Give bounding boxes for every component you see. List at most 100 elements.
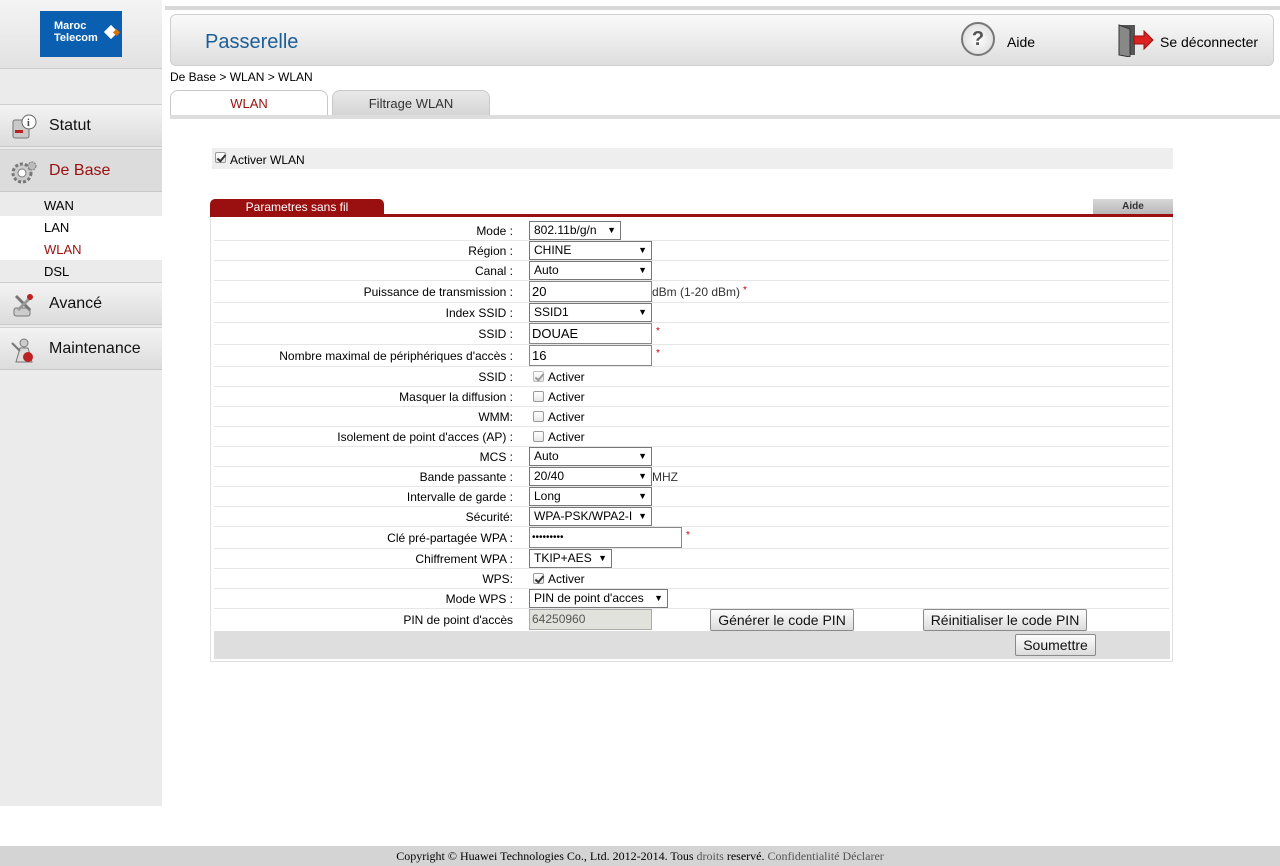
help-link[interactable]: Aide	[1007, 34, 1035, 50]
sidebar-item-de-base[interactable]: De Base	[0, 149, 162, 192]
bandwidth-select[interactable]: 20/40 ▼	[529, 467, 652, 486]
chevron-down-icon: ▼	[607, 225, 616, 235]
tab-filtrage-wlan[interactable]: Filtrage WLAN	[332, 90, 490, 115]
sidebar-item-statut[interactable]: i Statut	[0, 104, 162, 147]
tab-wlan[interactable]: WLAN	[170, 90, 328, 115]
header-top-border	[165, 6, 1280, 10]
submit-bar: Soumettre	[214, 631, 1170, 659]
wpa-key-label: Clé pré-partagée WPA :	[387, 531, 513, 545]
wpa-key-input[interactable]: •••••••••	[529, 527, 682, 548]
tools-icon	[13, 294, 34, 317]
row-ap-pin: PIN de point d'accès 64250960 Générer le…	[214, 608, 1169, 631]
wmm-label: WMM:	[478, 410, 513, 424]
wmm-checkbox[interactable]	[533, 411, 544, 422]
chevron-down-icon: ▼	[638, 245, 647, 255]
ap-isolation-text: Activer	[548, 430, 585, 444]
guard-interval-label: Intervalle de garde :	[406, 490, 513, 504]
tab-underline	[170, 115, 1280, 119]
bandwidth-unit: MHZ	[652, 470, 678, 484]
sidebar-item-label: De Base	[49, 162, 111, 179]
sidebar-sub-label: WLAN	[44, 242, 82, 257]
page-title: Passerelle	[205, 31, 299, 53]
row-tx-power: Puissance de transmission : 20 dBm (1-20…	[214, 280, 1169, 303]
help-question-icon[interactable]: ?	[961, 22, 995, 56]
region-select[interactable]: CHINE ▼	[529, 241, 652, 260]
row-ap-isolation: Isolement de point d'acces (AP) : Active…	[214, 426, 1169, 447]
sidebar-sub-wan[interactable]: WAN	[0, 194, 162, 216]
maintenance-person-icon	[11, 338, 33, 363]
sidebar-sub-dsl[interactable]: DSL	[0, 260, 162, 282]
submit-button[interactable]: Soumettre	[1015, 634, 1096, 656]
ap-isolation-checkbox[interactable]	[533, 431, 544, 442]
footer-reserved: reservé.	[726, 849, 765, 863]
svg-text:i: i	[27, 118, 30, 129]
gear-icon	[11, 161, 37, 184]
enable-wlan-checkbox[interactable]	[215, 152, 226, 163]
sidebar-item-label: Statut	[49, 117, 91, 134]
breadcrumb: De Base > WLAN > WLAN	[170, 70, 313, 84]
tx-power-required-mark: *	[743, 285, 747, 296]
ssid-required-mark: *	[656, 326, 660, 337]
bandwidth-label: Bande passante :	[419, 470, 513, 484]
ap-pin-label: PIN de point d'accès	[403, 613, 513, 627]
wps-mode-select[interactable]: PIN de point d'acces ▼	[529, 589, 668, 608]
chevron-down-icon: ▼	[638, 471, 647, 481]
reset-pin-button[interactable]: Réinitialiser le code PIN	[923, 609, 1087, 631]
chevron-down-icon: ▼	[638, 307, 647, 317]
row-wpa-encryption: Chiffrement WPA : TKIP+AES ▼	[214, 548, 1169, 569]
maroc-telecom-logo: Maroc Telecom	[40, 11, 122, 57]
footer: Copyright © Huawei Technologies Co., Ltd…	[0, 846, 1280, 866]
section-help-button[interactable]: Aide	[1093, 199, 1173, 214]
channel-select[interactable]: Auto ▼	[529, 261, 652, 280]
row-wps: WPS: Activer	[214, 568, 1169, 589]
tx-power-input[interactable]: 20	[529, 281, 652, 302]
ssid-index-select[interactable]: SSID1 ▼	[529, 303, 652, 322]
max-devices-label: Nombre maximal de périphériques d'accès …	[279, 349, 513, 363]
max-devices-input[interactable]: 16	[529, 345, 652, 366]
guard-interval-select[interactable]: Long ▼	[529, 487, 652, 506]
generate-pin-button[interactable]: Générer le code PIN	[710, 609, 854, 631]
wpa-encryption-select[interactable]: TKIP+AES ▼	[529, 549, 612, 568]
ssid-enable-checkbox[interactable]	[533, 371, 544, 382]
wps-text: Activer	[548, 572, 585, 586]
logo-text-line2: Telecom	[54, 32, 98, 44]
logout-link[interactable]: Se déconnecter	[1160, 34, 1258, 50]
security-label: Sécurité:	[465, 510, 513, 524]
row-mode: Mode : 802.11b/g/n ▼	[214, 220, 1169, 241]
hide-broadcast-checkbox[interactable]	[533, 391, 544, 402]
sidebar-sub-wlan[interactable]: WLAN	[0, 238, 162, 260]
security-select[interactable]: WPA-PSK/WPA2-I ▼	[529, 507, 652, 526]
tx-power-unit: dBm (1-20 dBm)	[652, 285, 741, 299]
sidebar-item-maintenance[interactable]: Maintenance	[0, 327, 162, 370]
hide-broadcast-label: Masquer la diffusion :	[399, 390, 513, 404]
tx-power-label: Puissance de transmission :	[363, 285, 513, 299]
enable-wlan-row: Activer WLAN	[212, 148, 1173, 169]
footer-privacy-link[interactable]: Confidentialité Déclarer	[768, 849, 884, 863]
section-title: Parametres sans fil	[210, 199, 384, 215]
row-region: Région : CHINE ▼	[214, 240, 1169, 261]
row-wps-mode: Mode WPS : PIN de point d'acces ▼	[214, 588, 1169, 609]
ssid-input[interactable]: DOUAE	[529, 323, 652, 344]
wps-checkbox[interactable]	[533, 573, 544, 584]
row-bandwidth: Bande passante : 20/40 ▼ MHZ	[214, 466, 1169, 487]
chevron-down-icon: ▼	[654, 593, 663, 603]
chevron-down-icon: ▼	[638, 451, 647, 461]
logo-text-line1: Maroc	[54, 20, 87, 32]
chevron-down-icon: ▼	[638, 508, 647, 525]
status-info-icon: i	[12, 114, 37, 139]
row-wmm: WMM: Activer	[214, 406, 1169, 427]
row-ssid-index: Index SSID : SSID1 ▼	[214, 302, 1169, 323]
mode-select[interactable]: 802.11b/g/n ▼	[529, 221, 621, 240]
sidebar-item-avance[interactable]: Avancé	[0, 282, 162, 325]
row-mcs: MCS : Auto ▼	[214, 446, 1169, 467]
logout-door-icon[interactable]	[1116, 23, 1154, 57]
ssid-enable-text: Activer	[548, 370, 585, 384]
channel-label: Canal :	[474, 264, 513, 278]
footer-rights-link[interactable]: droits	[697, 849, 724, 863]
ap-isolation-label: Isolement de point d'acces (AP) :	[337, 430, 513, 444]
mcs-select[interactable]: Auto ▼	[529, 447, 652, 466]
hide-broadcast-text: Activer	[548, 390, 585, 404]
sidebar-sub-lan[interactable]: LAN	[0, 216, 162, 238]
chevron-down-icon: ▼	[638, 491, 647, 501]
wps-label: WPS:	[482, 572, 513, 586]
